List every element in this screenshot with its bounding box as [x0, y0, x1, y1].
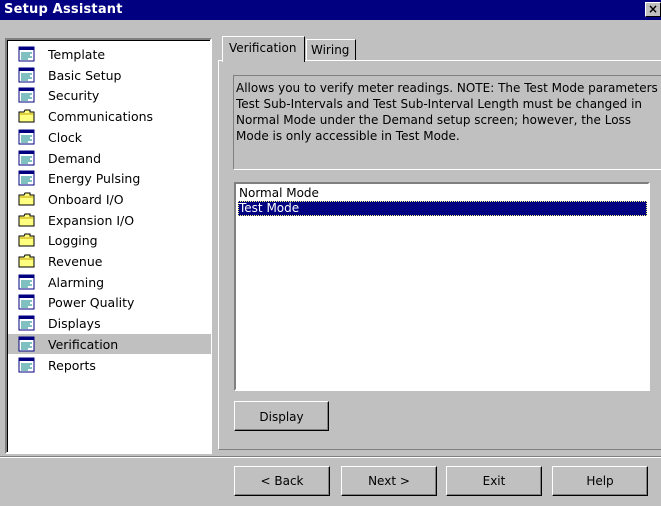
- tree-item[interactable]: Alarming: [8, 272, 211, 292]
- tree-item-label: Alarming: [48, 274, 105, 290]
- tree-item-label: Expansion I/O: [48, 212, 135, 228]
- help-button[interactable]: Help: [552, 466, 648, 496]
- tree-item-label: Revenue: [48, 254, 103, 269]
- close-button[interactable]: ×: [645, 2, 661, 17]
- tree-item[interactable]: Communications: [8, 106, 211, 126]
- document-icon: [18, 357, 36, 373]
- tree-item[interactable]: Reports: [8, 355, 211, 375]
- document-icon: [18, 315, 36, 331]
- tree-item[interactable]: Onboard I/O: [8, 189, 211, 209]
- exit-button-label: Exit: [482, 474, 506, 488]
- document-icon: [18, 129, 36, 145]
- tree-item-label: Power Quality: [48, 295, 135, 311]
- tree-item-label: Logging: [48, 233, 98, 249]
- tab-label: Wiring: [311, 43, 350, 57]
- tree-item-label: Reports: [48, 357, 96, 373]
- mode-listbox[interactable]: Normal Mode Test Mode: [234, 182, 650, 391]
- document-icon: [18, 46, 36, 62]
- exit-button[interactable]: Exit: [446, 466, 542, 496]
- tree-item[interactable]: Energy Pulsing: [8, 168, 211, 188]
- tree-item-label: Displays: [48, 316, 101, 332]
- tab-wiring[interactable]: Wiring: [306, 39, 356, 61]
- tree-item-label: Clock: [48, 129, 82, 145]
- tree-item[interactable]: Demand: [8, 148, 211, 168]
- tree-item-label: Basic Setup: [48, 67, 122, 83]
- display-button[interactable]: Display: [234, 401, 329, 431]
- folder-icon: [18, 108, 36, 124]
- tree-item[interactable]: Displays: [8, 313, 211, 333]
- tree-item[interactable]: Verification: [8, 333, 211, 354]
- next-button-label: Next >: [368, 474, 410, 488]
- folder-icon: [18, 253, 36, 269]
- tab-label: Verification: [229, 41, 297, 55]
- document-icon: [18, 87, 36, 103]
- tree-item[interactable]: Security: [8, 85, 211, 105]
- title-bar: Setup Assistant ×: [0, 0, 661, 20]
- tree-item-label: Demand: [48, 150, 102, 166]
- tree-item[interactable]: Logging: [8, 230, 211, 250]
- list-item[interactable]: Test Mode: [238, 201, 647, 216]
- tree-item[interactable]: Power Quality: [8, 292, 211, 312]
- tree-item-label: Template: [48, 47, 106, 62]
- display-button-label: Display: [259, 410, 304, 424]
- tree-item[interactable]: Basic Setup: [8, 65, 211, 85]
- tree-item-label: Verification: [48, 336, 119, 352]
- setup-tree-list: Template Basic Setup Security Communication…: [7, 40, 211, 452]
- tree-item-label: Security: [48, 88, 100, 104]
- tree-item-label: Onboard I/O: [48, 191, 124, 207]
- folder-icon: [18, 212, 36, 228]
- back-button[interactable]: < Back: [234, 466, 330, 496]
- document-icon: [18, 274, 36, 290]
- description-text: Allows you to verify meter readings. NOT…: [236, 81, 658, 143]
- tree-item[interactable]: Expansion I/O: [8, 210, 211, 230]
- separator: [0, 456, 661, 458]
- folder-icon: [18, 191, 36, 207]
- window-title: Setup Assistant: [4, 2, 123, 17]
- document-icon: [18, 336, 36, 352]
- back-button-label: < Back: [260, 474, 304, 488]
- document-icon: [18, 150, 36, 166]
- list-item[interactable]: Normal Mode: [238, 186, 647, 201]
- document-icon: [18, 170, 36, 186]
- folder-icon: [18, 232, 36, 248]
- tree-item-label: Communications: [48, 109, 154, 125]
- close-icon: ×: [647, 2, 659, 16]
- tree-item[interactable]: Clock: [8, 127, 211, 147]
- tab-verification[interactable]: Verification: [222, 36, 305, 62]
- document-icon: [18, 294, 36, 310]
- tree-item[interactable]: Template: [8, 44, 211, 64]
- tree-item-label: Energy Pulsing: [48, 171, 141, 187]
- help-button-label: Help: [586, 474, 614, 488]
- document-icon: [18, 67, 36, 83]
- tree-item[interactable]: Revenue: [8, 251, 211, 271]
- next-button[interactable]: Next >: [341, 466, 437, 496]
- setup-tree[interactable]: Template Basic Setup Security Communication…: [5, 38, 212, 454]
